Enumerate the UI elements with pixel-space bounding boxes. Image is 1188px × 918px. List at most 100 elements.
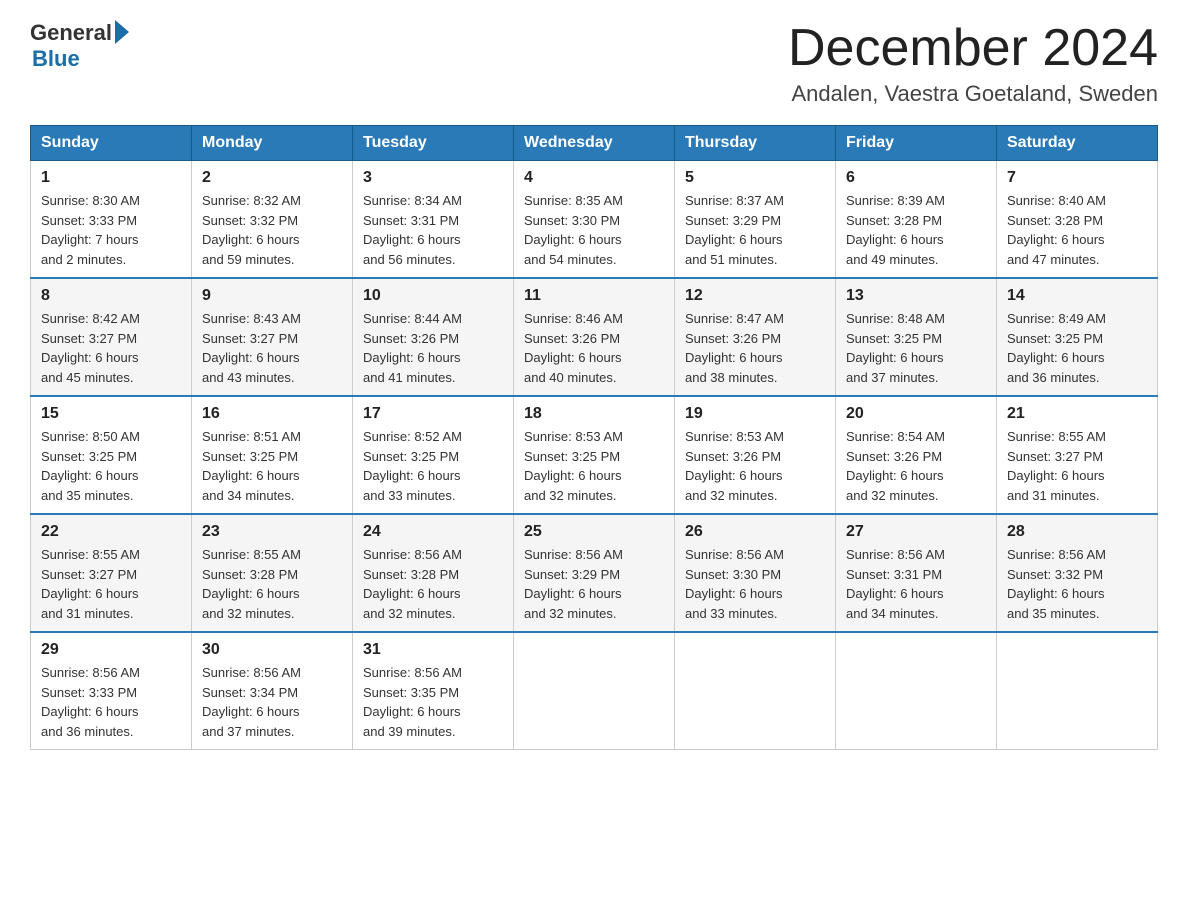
day-info: Sunrise: 8:50 AM Sunset: 3:25 PM Dayligh… xyxy=(41,427,181,505)
sunrise-label: Sunrise: xyxy=(41,665,92,680)
sunset-label: Sunset: xyxy=(1007,567,1055,582)
daylight-label: Daylight: 6 hours xyxy=(202,468,300,483)
sunset-label: Sunset: xyxy=(685,567,733,582)
day-number: 19 xyxy=(685,405,825,423)
sunset-label: Sunset: xyxy=(363,449,411,464)
sunrise-label: Sunrise: xyxy=(41,193,92,208)
daylight-continuation: and 41 minutes. xyxy=(363,370,456,385)
sunset-value: 3:26 PM xyxy=(572,331,620,346)
sunset-value: 3:34 PM xyxy=(250,685,298,700)
sunrise-value: 8:56 AM xyxy=(575,547,623,562)
calendar-cell: 30 Sunrise: 8:56 AM Sunset: 3:34 PM Dayl… xyxy=(192,632,353,750)
day-info: Sunrise: 8:55 AM Sunset: 3:28 PM Dayligh… xyxy=(202,545,342,623)
sunrise-value: 8:54 AM xyxy=(897,429,945,444)
calendar-cell: 14 Sunrise: 8:49 AM Sunset: 3:25 PM Dayl… xyxy=(997,278,1158,396)
daylight-label: Daylight: 6 hours xyxy=(685,350,783,365)
day-number: 31 xyxy=(363,641,503,659)
sunset-label: Sunset: xyxy=(202,331,250,346)
sunrise-value: 8:48 AM xyxy=(897,311,945,326)
sunset-value: 3:25 PM xyxy=(1055,331,1103,346)
daylight-label: Daylight: 6 hours xyxy=(202,232,300,247)
daylight-label: Daylight: 6 hours xyxy=(846,586,944,601)
calendar-cell: 19 Sunrise: 8:53 AM Sunset: 3:26 PM Dayl… xyxy=(675,396,836,514)
weekday-header-monday: Monday xyxy=(192,126,353,161)
daylight-continuation: and 33 minutes. xyxy=(363,488,456,503)
day-info: Sunrise: 8:37 AM Sunset: 3:29 PM Dayligh… xyxy=(685,191,825,269)
calendar-cell: 18 Sunrise: 8:53 AM Sunset: 3:25 PM Dayl… xyxy=(514,396,675,514)
logo: General Blue xyxy=(30,20,129,72)
day-info: Sunrise: 8:54 AM Sunset: 3:26 PM Dayligh… xyxy=(846,427,986,505)
sunset-value: 3:26 PM xyxy=(411,331,459,346)
sunset-label: Sunset: xyxy=(202,685,250,700)
day-number: 16 xyxy=(202,405,342,423)
sunrise-value: 8:55 AM xyxy=(253,547,301,562)
sunset-value: 3:29 PM xyxy=(572,567,620,582)
calendar-week-row: 29 Sunrise: 8:56 AM Sunset: 3:33 PM Dayl… xyxy=(31,632,1158,750)
daylight-label: Daylight: 6 hours xyxy=(363,704,461,719)
day-info: Sunrise: 8:53 AM Sunset: 3:26 PM Dayligh… xyxy=(685,427,825,505)
sunrise-label: Sunrise: xyxy=(1007,547,1058,562)
weekday-header-sunday: Sunday xyxy=(31,126,192,161)
weekday-header-thursday: Thursday xyxy=(675,126,836,161)
sunrise-value: 8:32 AM xyxy=(253,193,301,208)
daylight-continuation: and 2 minutes. xyxy=(41,252,126,267)
sunrise-label: Sunrise: xyxy=(1007,193,1058,208)
day-number: 25 xyxy=(524,523,664,541)
daylight-label: Daylight: 6 hours xyxy=(524,586,622,601)
sunset-label: Sunset: xyxy=(363,567,411,582)
sunrise-value: 8:44 AM xyxy=(414,311,462,326)
day-number: 2 xyxy=(202,169,342,187)
sunset-label: Sunset: xyxy=(363,213,411,228)
day-info: Sunrise: 8:56 AM Sunset: 3:31 PM Dayligh… xyxy=(846,545,986,623)
day-number: 9 xyxy=(202,287,342,305)
sunrise-label: Sunrise: xyxy=(202,429,253,444)
sunrise-value: 8:56 AM xyxy=(414,665,462,680)
day-number: 23 xyxy=(202,523,342,541)
daylight-continuation: and 36 minutes. xyxy=(41,724,134,739)
sunrise-value: 8:56 AM xyxy=(897,547,945,562)
sunrise-value: 8:50 AM xyxy=(92,429,140,444)
daylight-label: Daylight: 6 hours xyxy=(1007,232,1105,247)
calendar-cell: 15 Sunrise: 8:50 AM Sunset: 3:25 PM Dayl… xyxy=(31,396,192,514)
calendar-cell: 23 Sunrise: 8:55 AM Sunset: 3:28 PM Dayl… xyxy=(192,514,353,632)
sunset-value: 3:32 PM xyxy=(250,213,298,228)
daylight-label: Daylight: 6 hours xyxy=(685,232,783,247)
day-number: 22 xyxy=(41,523,181,541)
calendar-cell: 13 Sunrise: 8:48 AM Sunset: 3:25 PM Dayl… xyxy=(836,278,997,396)
sunrise-value: 8:35 AM xyxy=(575,193,623,208)
sunrise-label: Sunrise: xyxy=(363,193,414,208)
day-info: Sunrise: 8:56 AM Sunset: 3:30 PM Dayligh… xyxy=(685,545,825,623)
sunset-label: Sunset: xyxy=(41,449,89,464)
sunset-value: 3:27 PM xyxy=(89,567,137,582)
sunset-label: Sunset: xyxy=(202,213,250,228)
sunrise-value: 8:56 AM xyxy=(1058,547,1106,562)
calendar-cell: 27 Sunrise: 8:56 AM Sunset: 3:31 PM Dayl… xyxy=(836,514,997,632)
day-number: 14 xyxy=(1007,287,1147,305)
day-info: Sunrise: 8:30 AM Sunset: 3:33 PM Dayligh… xyxy=(41,191,181,269)
sunset-value: 3:25 PM xyxy=(894,331,942,346)
daylight-label: Daylight: 6 hours xyxy=(202,350,300,365)
sunrise-label: Sunrise: xyxy=(1007,429,1058,444)
sunset-label: Sunset: xyxy=(41,685,89,700)
calendar-cell: 6 Sunrise: 8:39 AM Sunset: 3:28 PM Dayli… xyxy=(836,161,997,279)
calendar-week-row: 1 Sunrise: 8:30 AM Sunset: 3:33 PM Dayli… xyxy=(31,161,1158,279)
sunrise-label: Sunrise: xyxy=(202,311,253,326)
calendar-cell: 22 Sunrise: 8:55 AM Sunset: 3:27 PM Dayl… xyxy=(31,514,192,632)
sunrise-value: 8:56 AM xyxy=(736,547,784,562)
day-info: Sunrise: 8:53 AM Sunset: 3:25 PM Dayligh… xyxy=(524,427,664,505)
sunrise-value: 8:55 AM xyxy=(1058,429,1106,444)
calendar-cell: 2 Sunrise: 8:32 AM Sunset: 3:32 PM Dayli… xyxy=(192,161,353,279)
day-info: Sunrise: 8:56 AM Sunset: 3:33 PM Dayligh… xyxy=(41,663,181,741)
day-info: Sunrise: 8:39 AM Sunset: 3:28 PM Dayligh… xyxy=(846,191,986,269)
day-info: Sunrise: 8:56 AM Sunset: 3:29 PM Dayligh… xyxy=(524,545,664,623)
calendar-cell: 5 Sunrise: 8:37 AM Sunset: 3:29 PM Dayli… xyxy=(675,161,836,279)
calendar-cell: 1 Sunrise: 8:30 AM Sunset: 3:33 PM Dayli… xyxy=(31,161,192,279)
sunset-value: 3:26 PM xyxy=(733,449,781,464)
daylight-label: Daylight: 7 hours xyxy=(41,232,139,247)
daylight-continuation: and 43 minutes. xyxy=(202,370,295,385)
sunrise-label: Sunrise: xyxy=(202,193,253,208)
sunset-value: 3:27 PM xyxy=(250,331,298,346)
daylight-continuation: and 32 minutes. xyxy=(846,488,939,503)
daylight-label: Daylight: 6 hours xyxy=(41,704,139,719)
daylight-continuation: and 45 minutes. xyxy=(41,370,134,385)
